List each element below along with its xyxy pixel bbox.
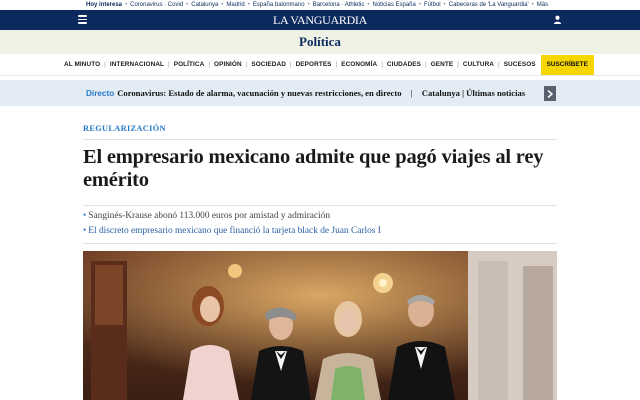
trending-link[interactable]: Cabeceras de 'La Vanguardia' <box>449 0 529 10</box>
divider <box>83 205 557 206</box>
related-links: • Sanginés-Krause abonó 113.000 euros por… <box>83 209 557 239</box>
nav-item-internacional[interactable]: INTERNACIONAL <box>110 61 164 68</box>
nav-item-deportes[interactable]: DEPORTES <box>296 61 332 68</box>
article: REGULARIZACIÓN El empresario mexicano ad… <box>83 124 557 244</box>
trending-bar: Hoy interesa • Coronavirus · Covid • Cat… <box>0 0 640 10</box>
divider <box>83 243 557 244</box>
chevron-right-icon <box>547 89 553 98</box>
photo-image <box>83 251 557 400</box>
masthead: LA VANGUARDIA <box>0 10 640 30</box>
nav-item-ciudades[interactable]: CIUDADES <box>387 61 421 68</box>
live-label: Directo <box>86 88 115 98</box>
divider <box>83 139 557 140</box>
section-header: Política <box>0 30 640 54</box>
live-headline-link[interactable]: Coronavirus: Estado de alarma, vacunació… <box>117 88 401 98</box>
live-ticker: Directo Coronavirus: Estado de alarma, v… <box>0 80 640 106</box>
ticker-next-button[interactable] <box>544 86 556 101</box>
trending-link[interactable]: Noticias España <box>373 0 416 10</box>
nav-item-politica[interactable]: POLÍTICA <box>174 61 205 68</box>
user-icon[interactable] <box>553 15 562 25</box>
trending-link[interactable]: Catalunya <box>191 0 218 10</box>
nav-item-sucesos[interactable]: SUCESOS <box>504 61 536 68</box>
trending-label: Hoy interesa <box>86 2 123 8</box>
nav-item-opinion[interactable]: OPINIÓN <box>214 61 242 68</box>
article-headline: El empresario mexicano admite que pagó v… <box>83 146 544 191</box>
main-nav: AL MINUTO | INTERNACIONAL | POLÍTICA | O… <box>0 54 640 76</box>
article-photo <box>83 251 557 400</box>
nav-item-al-minuto[interactable]: AL MINUTO <box>64 61 100 68</box>
trending-link[interactable]: Madrid <box>226 0 244 10</box>
trending-link[interactable]: Fútbol <box>424 0 441 10</box>
trending-link[interactable]: Barcelona · Athletic <box>313 0 365 10</box>
nav-item-economia[interactable]: ECONOMÍA <box>341 61 377 68</box>
nav-item-gente[interactable]: GENTE <box>431 61 454 68</box>
related-link[interactable]: • Sanginés-Krause abonó 113.000 euros por… <box>83 209 557 224</box>
live-next-link[interactable]: Catalunya | Últimas noticias <box>422 88 525 98</box>
trending-link[interactable]: Coronavirus · Covid <box>130 0 183 10</box>
trending-more-link[interactable]: Más <box>537 0 548 10</box>
trending-link[interactable]: España balonmano <box>253 0 305 10</box>
hamburger-menu-icon[interactable] <box>78 15 87 24</box>
site-logo[interactable]: LA VANGUARDIA <box>273 13 367 28</box>
related-link[interactable]: • El discreto empresario mexicano que fin… <box>83 224 557 239</box>
subscribe-button[interactable]: SUSCRÍBETE <box>540 54 594 75</box>
nav-item-cultura[interactable]: CULTURA <box>463 61 494 68</box>
section-title[interactable]: Política <box>299 34 341 50</box>
article-kicker[interactable]: REGULARIZACIÓN <box>83 124 557 133</box>
nav-item-sociedad[interactable]: SOCIEDAD <box>251 61 286 68</box>
